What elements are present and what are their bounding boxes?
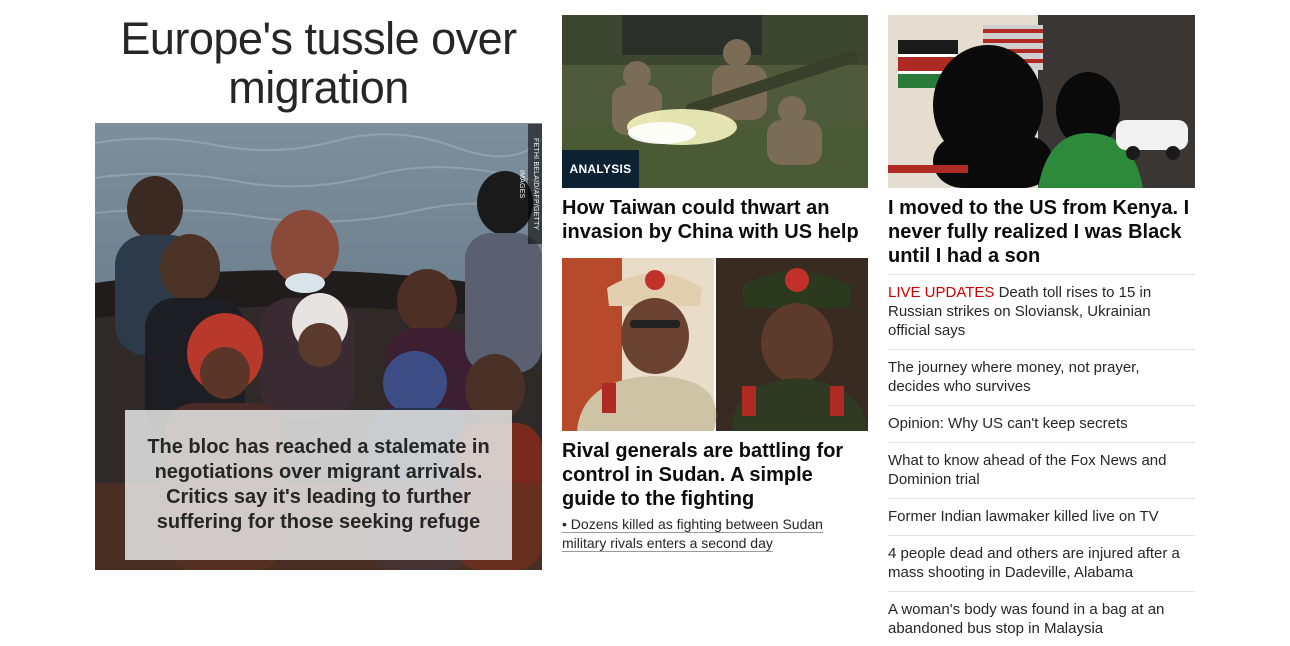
kenya-headline[interactable]: I moved to the US from Kenya. I never fu… [888, 196, 1195, 268]
list-item[interactable]: A woman's body was found in a bag at an … [888, 591, 1195, 646]
list-item[interactable]: What to know ahead of the Fox News and D… [888, 442, 1195, 498]
sudan-generals-illustration [562, 258, 868, 431]
analysis-badge: ANALYSIS [562, 150, 639, 188]
list-item[interactable]: 4 people dead and others are injured aft… [888, 535, 1195, 591]
photo-credit: FETHI BELAID/AFP/GETTY IMAGES [518, 124, 542, 244]
kenya-collage-illustration [888, 15, 1195, 188]
list-item[interactable]: Former Indian lawmaker killed live on TV [888, 498, 1195, 535]
taiwan-headline[interactable]: How Taiwan could thwart an invasion by C… [562, 196, 868, 244]
list-item-text: Opinion: Why US can't keep secrets [888, 415, 1128, 432]
live-updates-label: LIVE UPDATES [888, 284, 995, 301]
list-item-text: The journey where money, not prayer, dec… [888, 359, 1140, 395]
kenya-story-photo[interactable] [888, 15, 1195, 188]
list-item-text: What to know ahead of the Fox News and D… [888, 452, 1167, 488]
sudan-headline[interactable]: Rival generals are battling for control … [562, 439, 868, 511]
list-item-text: Former Indian lawmaker killed live on TV [888, 508, 1159, 525]
lead-headline[interactable]: Europe's tussle over migration [95, 14, 542, 112]
lead-summary-overlay[interactable]: The bloc has reached a stalemate in nego… [125, 410, 512, 560]
list-item[interactable]: Opinion: Why US can't keep secrets [888, 405, 1195, 442]
list-item[interactable]: LIVE UPDATES Death toll rises to 15 in R… [888, 274, 1195, 349]
sudan-related-link[interactable]: • Dozens killed as fighting between Suda… [562, 515, 862, 553]
headline-list: LIVE UPDATES Death toll rises to 15 in R… [888, 274, 1195, 646]
lead-summary-text: The bloc has reached a stalemate in nego… [147, 436, 490, 533]
list-item[interactable]: The journey where money, not prayer, dec… [888, 349, 1195, 405]
sudan-story-photo[interactable] [562, 258, 868, 431]
list-item-text: A woman's body was found in a bag at an … [888, 601, 1165, 637]
list-item-text: 4 people dead and others are injured aft… [888, 545, 1180, 581]
